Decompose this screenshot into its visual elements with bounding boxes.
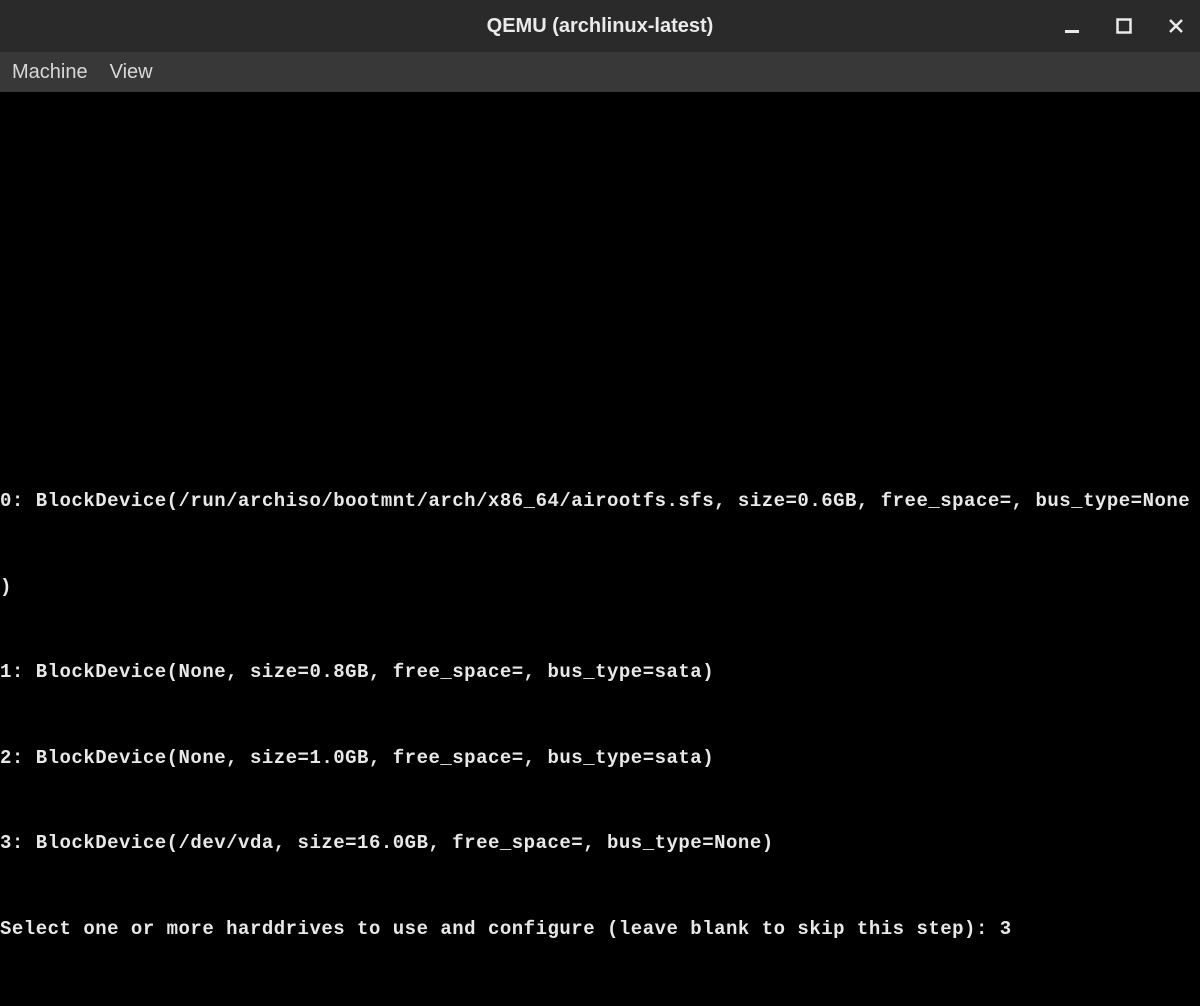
terminal-input[interactable]: 3	[1000, 918, 1012, 940]
terminal-output: 0: BlockDevice(/run/archiso/bootmnt/arch…	[0, 430, 1200, 1000]
menu-view[interactable]: View	[108, 57, 155, 88]
minimize-button[interactable]	[1058, 12, 1086, 40]
menubar: Machine View	[0, 52, 1200, 92]
terminal[interactable]: 0: BlockDevice(/run/archiso/bootmnt/arch…	[0, 92, 1200, 1006]
window-controls	[1058, 0, 1190, 52]
menu-machine[interactable]: Machine	[10, 57, 90, 88]
maximize-icon	[1116, 18, 1132, 34]
terminal-line: 3: BlockDevice(/dev/vda, size=16.0GB, fr…	[0, 829, 1200, 858]
terminal-prompt: Select one or more harddrives to use and…	[0, 918, 1000, 940]
close-button[interactable]	[1162, 12, 1190, 40]
close-icon	[1168, 18, 1184, 34]
terminal-line: 2: BlockDevice(None, size=1.0GB, free_sp…	[0, 744, 1200, 773]
maximize-button[interactable]	[1110, 12, 1138, 40]
terminal-line: 0: BlockDevice(/run/archiso/bootmnt/arch…	[0, 487, 1200, 516]
window-title: QEMU (archlinux-latest)	[487, 15, 714, 38]
terminal-line: 1: BlockDevice(None, size=0.8GB, free_sp…	[0, 658, 1200, 687]
terminal-prompt-line: Select one or more harddrives to use and…	[0, 915, 1200, 944]
minimize-icon	[1064, 18, 1080, 34]
titlebar: QEMU (archlinux-latest)	[0, 0, 1200, 52]
terminal-line: )	[0, 573, 1200, 602]
